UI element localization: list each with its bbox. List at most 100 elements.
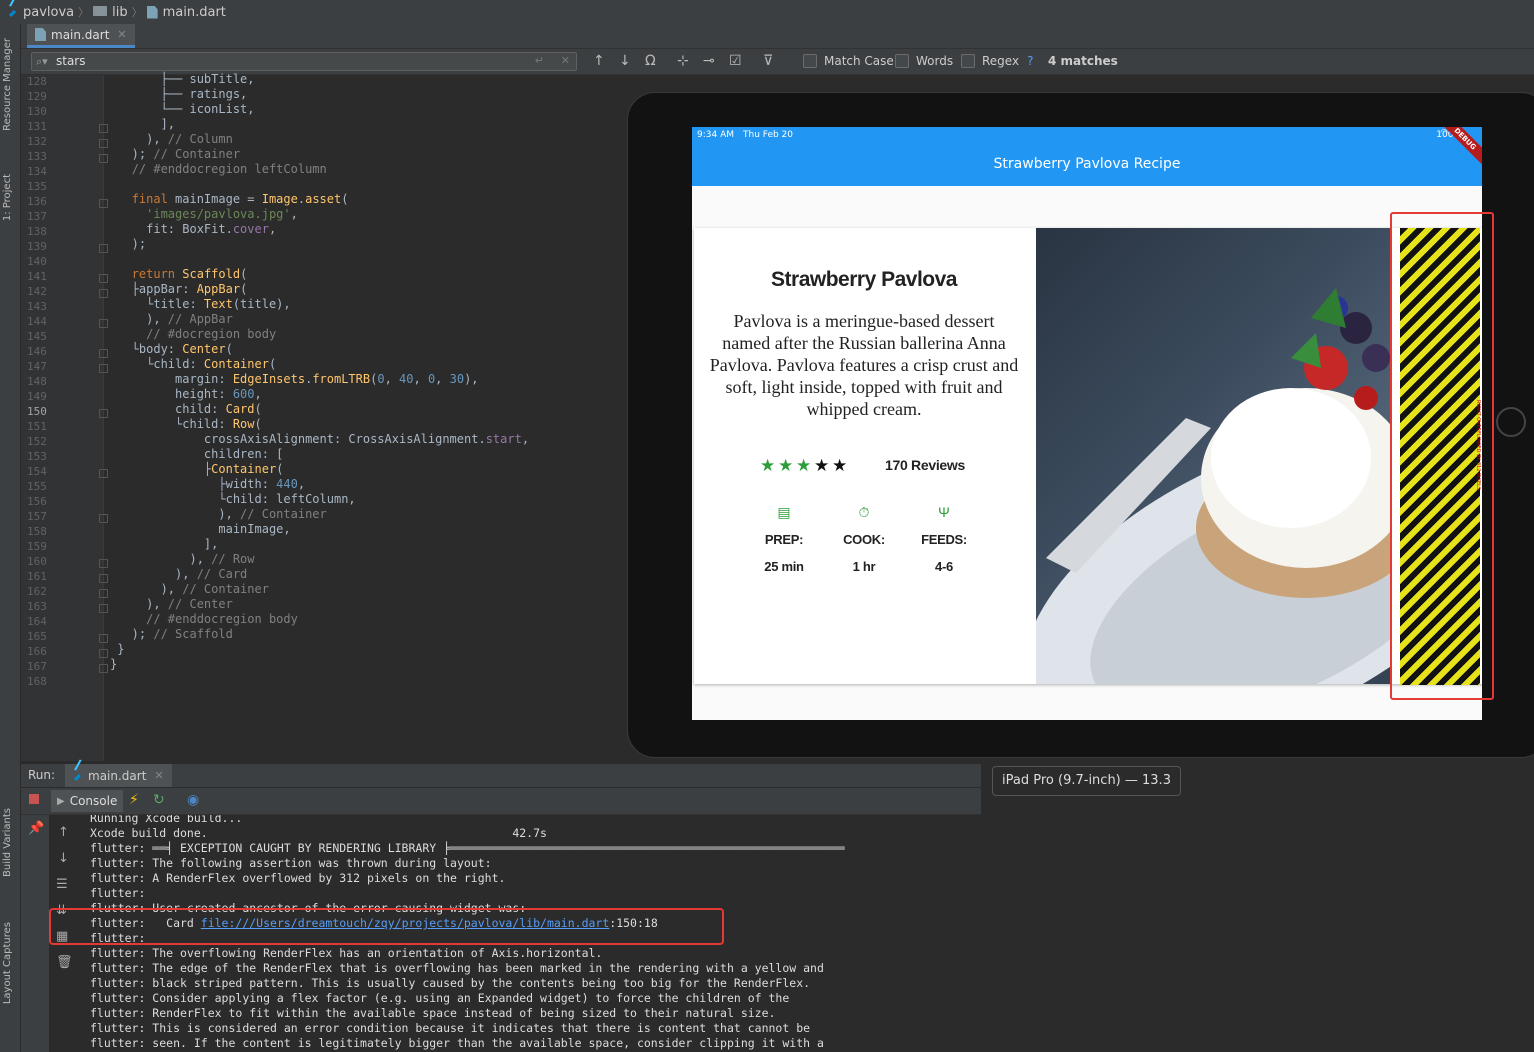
code-line: ], (110, 117, 176, 131)
search-input[interactable] (56, 53, 536, 69)
fold-marker-icon[interactable] (99, 574, 108, 583)
new-line-icon[interactable]: ↵ (535, 54, 544, 67)
build-variants-tab[interactable]: Build Variants (2, 808, 13, 877)
fold-marker-icon[interactable] (99, 139, 108, 148)
console-line: flutter: The overflowing RenderFlex has … (90, 946, 603, 960)
line-number: 147 (27, 360, 47, 373)
code-line: ├── subTitle, (110, 72, 255, 86)
filter-icon[interactable]: ⊽ (763, 53, 773, 69)
pin-icon[interactable]: 📌 (28, 821, 44, 836)
code-editor[interactable]: ├── subTitle, ├── ratings, └── iconList,… (104, 72, 626, 761)
console-tab[interactable]: ▶ Console (51, 790, 124, 812)
up-arrow-icon[interactable]: ↑ (58, 825, 69, 840)
code-line: ├width: 440, (110, 477, 306, 491)
trash-icon[interactable]: 🗑 (56, 955, 73, 970)
fold-marker-icon[interactable] (99, 349, 108, 358)
console-line: flutter: This is considered an error con… (90, 1021, 811, 1035)
fold-marker-icon[interactable] (99, 634, 108, 643)
fold-marker-icon[interactable] (99, 589, 108, 598)
match-case-checkbox[interactable]: Match Case (803, 54, 894, 68)
select-all-occurrences-icon[interactable]: Ω (645, 53, 656, 69)
fold-marker-icon[interactable] (99, 364, 108, 373)
code-line: └title: Text(title), (110, 297, 291, 311)
line-number: 168 (27, 675, 47, 688)
fold-marker-icon[interactable] (99, 409, 108, 418)
line-number: 156 (27, 495, 47, 508)
clear-icon[interactable]: ✕ (561, 54, 570, 67)
line-number: 150 (27, 405, 47, 418)
search-icon[interactable]: ⌕▾ (36, 55, 48, 69)
words-label: Words (916, 54, 954, 68)
add-selection-icon[interactable]: ⊹ (677, 53, 689, 69)
fold-marker-icon[interactable] (99, 319, 108, 328)
code-line: ), // Container (110, 507, 327, 521)
breadcrumb-project[interactable]: pavlova (8, 5, 74, 20)
timer-icon: ⏱ (858, 504, 870, 520)
pavlova-image (1036, 228, 1392, 684)
close-icon[interactable]: ✕ (117, 28, 126, 41)
code-line: └child: Container( (110, 357, 277, 371)
flutter-icon (73, 770, 83, 782)
fold-marker-icon[interactable] (99, 124, 108, 133)
console-line: Running Xcode build... (90, 815, 243, 825)
checkbox-box[interactable] (895, 54, 909, 68)
devtools-icon[interactable]: ◉ (187, 792, 199, 808)
code-line: └── iconList, (110, 102, 255, 116)
hot-reload-icon[interactable]: ⚡ (129, 792, 139, 808)
resource-manager-tab[interactable]: Resource Manager (2, 38, 13, 131)
down-arrow-icon[interactable]: ↓ (58, 851, 69, 866)
simulator-screen[interactable]: 9:34 AM Thu Feb 20 ◠ 100% Strawberry Pav… (692, 127, 1482, 720)
breadcrumb-file[interactable]: main.dart (146, 5, 226, 20)
home-button[interactable] (1496, 407, 1526, 437)
fold-marker-icon[interactable] (99, 514, 108, 523)
fold-marker-icon[interactable] (99, 469, 108, 478)
stop-icon[interactable] (29, 794, 39, 804)
breadcrumb-folder[interactable]: lib (93, 5, 128, 20)
code-line: crossAxisAlignment: CrossAxisAlignment.s… (110, 432, 530, 446)
breadcrumb: pavlova 〉 lib 〉 main.dart (0, 0, 1534, 25)
fold-marker-icon[interactable] (99, 664, 108, 673)
fold-marker-icon[interactable] (99, 154, 108, 163)
previous-occurrence-icon[interactable]: ↑ (593, 53, 605, 69)
line-number: 154 (27, 465, 47, 478)
code-line: ), // Card (110, 567, 248, 581)
tab-main-dart[interactable]: main.dart ✕ (27, 24, 135, 48)
search-box[interactable]: ⌕▾ ↵ ✕ (31, 52, 577, 71)
checkbox-box[interactable] (961, 54, 975, 68)
fold-marker-icon[interactable] (99, 289, 108, 298)
code-line: // #enddocregion body (146, 612, 298, 626)
line-number: 149 (27, 390, 47, 403)
app-bar: Strawberry Pavlova Recipe (692, 143, 1482, 186)
checkbox-box[interactable] (803, 54, 817, 68)
fold-marker-icon[interactable] (99, 559, 108, 568)
words-checkbox[interactable]: Words (895, 54, 953, 68)
regex-checkbox[interactable]: Regex? (961, 54, 1033, 68)
kitchen-icon: ▤ (777, 504, 791, 520)
line-number: 165 (27, 630, 47, 643)
next-occurrence-icon[interactable]: ↓ (619, 53, 631, 69)
line-number: 146 (27, 345, 47, 358)
code-line: ├── ratings, (110, 87, 248, 101)
error-highlight-box (49, 908, 724, 945)
hot-restart-icon[interactable]: ↻ (153, 792, 165, 808)
code-line: height: 600, (110, 387, 262, 401)
line-number: 133 (27, 150, 47, 163)
run-tab-main-dart[interactable]: main.dart ✕ (65, 764, 172, 787)
fold-marker-icon[interactable] (99, 244, 108, 253)
close-icon[interactable]: ✕ (154, 769, 163, 782)
line-number: 141 (27, 270, 47, 283)
fold-marker-icon[interactable] (99, 274, 108, 283)
soft-wrap-icon[interactable]: ☰ (56, 877, 68, 892)
run-tab-label: main.dart (88, 768, 147, 783)
project-tab[interactable]: 1: Project (2, 174, 13, 221)
feeds-info: Ψ FEEDS: 4-6 (904, 504, 984, 574)
regex-help-link[interactable]: ? (1027, 54, 1033, 68)
select-occurrences-icon[interactable]: ☑ (729, 53, 742, 69)
match-case-label: Match Case (824, 54, 894, 68)
star-icon: ★ (832, 456, 848, 475)
fold-marker-icon[interactable] (99, 604, 108, 613)
remove-selection-icon[interactable]: ⊸ (703, 53, 715, 69)
layout-captures-tab[interactable]: Layout Captures (2, 922, 13, 1004)
fold-marker-icon[interactable] (99, 199, 108, 208)
fold-marker-icon[interactable] (99, 649, 108, 658)
